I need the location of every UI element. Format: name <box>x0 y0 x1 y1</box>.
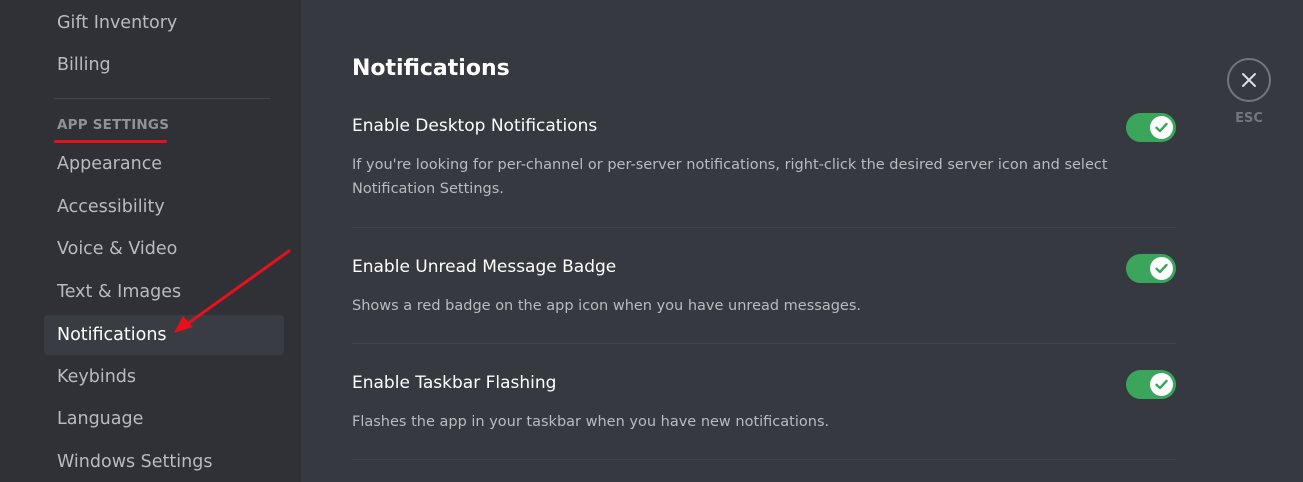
sidebar-item-accessibility[interactable]: Accessibility <box>44 187 284 227</box>
toggle-desktop-notifications[interactable] <box>1126 113 1176 142</box>
row-divider <box>352 343 1176 344</box>
sidebar-item-gift-inventory[interactable]: Gift Inventory <box>44 3 284 43</box>
checkmark-icon <box>1155 263 1168 274</box>
sidebar-item-billing[interactable]: Billing <box>44 45 284 85</box>
setting-desc-unread-badge: Shows a red badge on the app icon when y… <box>352 298 862 314</box>
row-divider <box>352 227 1176 228</box>
esc-label: ESC <box>1235 111 1263 126</box>
sidebar-item-text-images[interactable]: Text & Images <box>44 272 284 312</box>
sidebar-divider <box>54 98 271 99</box>
sidebar-item-notifications[interactable]: Notifications <box>44 315 284 355</box>
setting-label-unread-badge: Enable Unread Message Badge <box>352 257 617 277</box>
setting-desc-taskbar-flashing: Flashes the app in your taskbar when you… <box>352 414 830 430</box>
toggle-knob <box>1150 116 1173 139</box>
close-button[interactable] <box>1227 58 1271 102</box>
checkmark-icon <box>1155 379 1168 390</box>
sidebar-item-keybinds[interactable]: Keybinds <box>44 357 284 397</box>
checkmark-icon <box>1155 122 1168 133</box>
toggle-knob <box>1150 257 1173 280</box>
setting-label-desktop-notifications: Enable Desktop Notifications <box>352 116 598 136</box>
sidebar-item-appearance[interactable]: Appearance <box>44 144 284 184</box>
sidebar-item-windows-settings[interactable]: Windows Settings <box>44 442 284 482</box>
toggle-knob <box>1150 373 1173 396</box>
settings-sidebar: Gift Inventory Billing APP SETTINGS Appe… <box>0 0 301 482</box>
sidebar-section-header: APP SETTINGS <box>57 117 170 133</box>
close-icon <box>1242 73 1256 87</box>
page-title: Notifications <box>352 56 510 81</box>
setting-label-taskbar-flashing: Enable Taskbar Flashing <box>352 373 557 393</box>
row-divider <box>352 459 1176 460</box>
annotation-underline <box>54 140 167 143</box>
sidebar-item-language[interactable]: Language <box>44 399 284 439</box>
toggle-taskbar-flashing[interactable] <box>1126 370 1176 399</box>
sidebar-item-voice-video[interactable]: Voice & Video <box>44 229 284 269</box>
settings-window: Gift Inventory Billing APP SETTINGS Appe… <box>0 0 1303 482</box>
toggle-unread-badge[interactable] <box>1126 254 1176 283</box>
setting-desc-desktop-notifications: If you're looking for per-channel or per… <box>352 157 1108 197</box>
